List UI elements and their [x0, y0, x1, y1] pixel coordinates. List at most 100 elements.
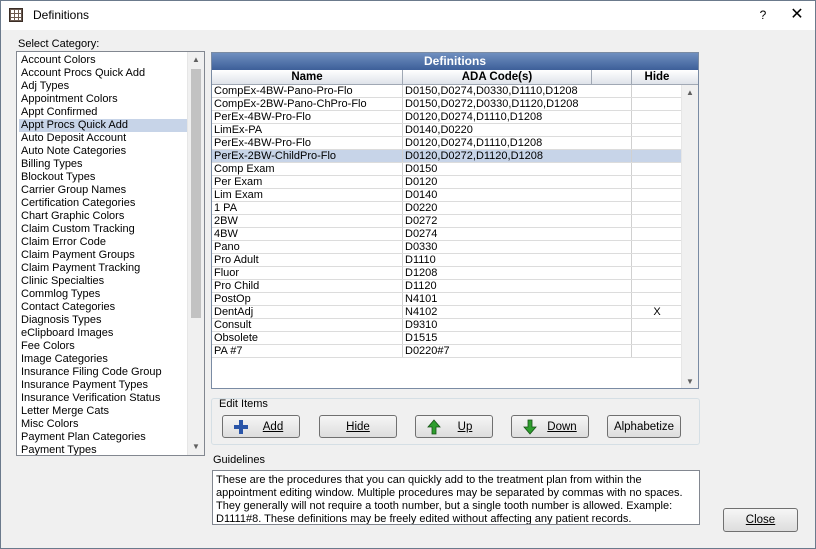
category-list-item[interactable]: Insurance Filing Code Group: [21, 366, 185, 379]
category-list-item[interactable]: Image Categories: [21, 353, 185, 366]
category-list-item[interactable]: Billing Types: [21, 158, 185, 171]
cell-name: PerEx-4BW-Pro-Flo: [212, 137, 403, 149]
cell-hide: [632, 85, 682, 97]
category-list[interactable]: Payment Types Payment Plan Categories Misc…: [16, 51, 205, 456]
plus-icon: [234, 420, 248, 434]
table-row[interactable]: Lim Exam D0140: [212, 189, 682, 202]
category-list-item[interactable]: Carrier Group Names: [21, 184, 185, 197]
category-list-item[interactable]: Auto Note Categories: [21, 145, 185, 158]
grid-scrollbar[interactable]: ▲ ▼: [681, 85, 698, 388]
table-row[interactable]: PostOp N4101: [212, 293, 682, 306]
table-row[interactable]: Consult D9310: [212, 319, 682, 332]
category-list-item[interactable]: Adj Types: [21, 80, 185, 93]
cell-blank: [592, 98, 632, 110]
cell-hide: [632, 150, 682, 162]
table-row[interactable]: 4BW D0274: [212, 228, 682, 241]
table-row[interactable]: PerEx-4BW-Pro-Flo D0120,D0274,D1110,D1208: [212, 111, 682, 124]
cell-name: 4BW: [212, 228, 403, 240]
cell-blank: [592, 137, 632, 149]
category-list-item[interactable]: Claim Custom Tracking: [21, 223, 185, 236]
hide-button[interactable]: Hide: [319, 415, 397, 438]
scroll-up-arrow-icon[interactable]: ▲: [188, 52, 204, 68]
table-row[interactable]: CompEx-4BW-Pano-Pro-Flo D0150,D0274,D0330…: [212, 85, 682, 98]
category-list-item[interactable]: Chart Graphic Colors: [21, 210, 185, 223]
table-row[interactable]: DentAdj N4102 X: [212, 306, 682, 319]
table-row[interactable]: Pro Adult D1110: [212, 254, 682, 267]
edit-items-label: Edit Items: [219, 398, 268, 410]
column-header-name[interactable]: Name: [212, 70, 403, 84]
cell-name: PostOp: [212, 293, 403, 305]
category-list-item[interactable]: Claim Payment Groups: [21, 249, 185, 262]
add-button-label: Add: [262, 420, 284, 433]
table-row[interactable]: PA #7 D0220#7: [212, 345, 682, 358]
column-header-hide[interactable]: Hide: [632, 70, 682, 84]
category-list-item[interactable]: Blockout Types: [21, 171, 185, 184]
cell-hide: [632, 319, 682, 331]
column-header-ada-codes[interactable]: ADA Code(s): [403, 70, 592, 84]
category-list-item[interactable]: Appointment Colors: [21, 93, 185, 106]
cell-blank: [592, 332, 632, 344]
cell-blank: [592, 267, 632, 279]
cell-hide: [632, 293, 682, 305]
column-header-blank: [592, 70, 632, 84]
alphabetize-button-label: Alphabetize: [613, 420, 675, 433]
table-row[interactable]: CompEx-2BW-Pano-ChPro-Flo D0150,D0272,D03…: [212, 98, 682, 111]
category-scrollbar[interactable]: ▲ ▼: [187, 52, 204, 455]
cell-name: Pano: [212, 241, 403, 253]
category-list-item[interactable]: Letter Merge Cats: [21, 405, 185, 418]
table-row[interactable]: Comp Exam D0150: [212, 163, 682, 176]
category-list-item[interactable]: Appt Procs Quick Add: [19, 119, 187, 132]
table-row[interactable]: PerEx-2BW-ChildPro-Flo D0120,D0272,D1120,…: [212, 150, 682, 163]
category-list-item[interactable]: Account Colors: [21, 54, 185, 67]
cell-blank: [592, 163, 632, 175]
category-list-item[interactable]: Payment Plan Categories: [21, 431, 185, 444]
table-row[interactable]: Pro Child D1120: [212, 280, 682, 293]
category-list-item[interactable]: Auto Deposit Account: [21, 132, 185, 145]
category-list-item[interactable]: Commlog Types: [21, 288, 185, 301]
table-row[interactable]: 2BW D0272: [212, 215, 682, 228]
down-button[interactable]: Down: [511, 415, 589, 438]
table-row[interactable]: PerEx-4BW-Pro-Flo D0120,D0274,D1110,D1208: [212, 137, 682, 150]
category-list-item[interactable]: Contact Categories: [21, 301, 185, 314]
cell-blank: [592, 124, 632, 136]
category-list-item[interactable]: Insurance Payment Types: [21, 379, 185, 392]
cell-blank: [592, 319, 632, 331]
category-list-item[interactable]: Clinic Specialties: [21, 275, 185, 288]
category-list-item[interactable]: Diagnosis Types: [21, 314, 185, 327]
table-row[interactable]: Pano D0330: [212, 241, 682, 254]
alphabetize-button[interactable]: Alphabetize: [607, 415, 681, 438]
grid-scroll-up-arrow-icon[interactable]: ▲: [682, 85, 698, 101]
cell-hide: [632, 137, 682, 149]
cell-name: Pro Child: [212, 280, 403, 292]
close-window-button[interactable]: ✕: [787, 5, 807, 25]
category-list-item[interactable]: Claim Payment Tracking: [21, 262, 185, 275]
cell-hide: [632, 345, 682, 357]
table-row[interactable]: 1 PA D0220: [212, 202, 682, 215]
add-button[interactable]: Add: [222, 415, 300, 438]
category-list-item[interactable]: Payment Types: [21, 444, 185, 455]
grid-scroll-down-arrow-icon[interactable]: ▼: [682, 374, 698, 388]
hide-button-label: Hide: [346, 420, 370, 433]
window-title: Definitions: [33, 8, 90, 22]
scroll-thumb[interactable]: [191, 69, 201, 318]
table-row[interactable]: Fluor D1208: [212, 267, 682, 280]
close-button[interactable]: Close: [723, 508, 798, 532]
cell-hide: [632, 267, 682, 279]
help-button[interactable]: ?: [753, 5, 773, 25]
table-row[interactable]: Obsolete D1515: [212, 332, 682, 345]
category-list-item[interactable]: eClipboard Images: [21, 327, 185, 340]
category-list-item[interactable]: Account Procs Quick Add: [21, 67, 185, 80]
category-list-item[interactable]: Insurance Verification Status: [21, 392, 185, 405]
category-list-item[interactable]: Claim Error Code: [21, 236, 185, 249]
cell-name: 1 PA: [212, 202, 403, 214]
table-row[interactable]: LimEx-PA D0140,D0220: [212, 124, 682, 137]
cell-name: CompEx-2BW-Pano-ChPro-Flo: [212, 98, 403, 110]
category-list-item[interactable]: Misc Colors: [21, 418, 185, 431]
up-button[interactable]: Up: [415, 415, 493, 438]
category-list-item[interactable]: Certification Categories: [21, 197, 185, 210]
cell-name: LimEx-PA: [212, 124, 403, 136]
scroll-down-arrow-icon[interactable]: ▼: [188, 439, 204, 455]
table-row[interactable]: Per Exam D0120: [212, 176, 682, 189]
category-list-item[interactable]: Appt Confirmed: [21, 106, 185, 119]
category-list-item[interactable]: Fee Colors: [21, 340, 185, 353]
